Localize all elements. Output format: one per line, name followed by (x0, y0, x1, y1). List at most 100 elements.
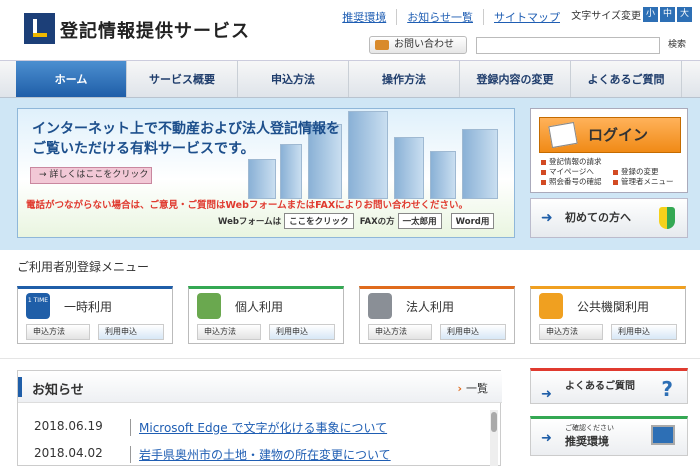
fax-ichitaro-button[interactable]: 一太郎用 (397, 213, 442, 229)
monitor-icon (651, 425, 675, 445)
apply-method-button[interactable]: 申込方法 (539, 324, 603, 340)
document-icon (548, 121, 578, 149)
login-link-admin[interactable]: 管理者メニュー (613, 177, 674, 187)
search-button[interactable]: 検索 (663, 37, 691, 54)
apply-method-button[interactable]: 申込方法 (26, 324, 90, 340)
arrow-right-icon: ➜ (541, 210, 553, 226)
arrow-right-icon: ➜ (541, 431, 552, 446)
site-title[interactable]: 登記情報提供サービス (60, 17, 250, 43)
news-link[interactable]: 岩手県奥州市の土地・建物の所在変更について (130, 446, 391, 463)
web-form-button[interactable]: ここをクリック (284, 213, 354, 229)
hero-detail-button[interactable]: → 詳しくはここをクリック (30, 167, 152, 184)
building-illustration (248, 159, 276, 199)
nav-faq[interactable]: よくあるご質問 (571, 61, 682, 97)
user-menu-title: ご利用者別登録メニュー (17, 260, 150, 274)
hero-notice: 電話がつながらない場合は、ご意見・ご質問はWebフォームまたはFAXによりお問い… (26, 200, 468, 211)
contact-icon (375, 40, 389, 50)
fax-word-button[interactable]: Word用 (450, 213, 495, 229)
hero-headline: インターネット上で不動産および法人登記情報を ご覧いただける有料サービスです。 (32, 119, 340, 159)
apply-button[interactable]: 利用申込 (611, 324, 677, 340)
link-news-list[interactable]: お知らせ一覧 (396, 9, 483, 25)
building-illustration (430, 151, 456, 199)
login-link-request[interactable]: 登記情報の請求 (541, 157, 681, 167)
font-size-large-button[interactable]: 大 (677, 7, 692, 22)
faq-button[interactable]: ➜ よくあるご質問 ? (530, 368, 688, 404)
login-link-pair: 照会番号の確認 管理者メニュー (541, 177, 681, 187)
font-size-switcher: 文字サイズ変更 小 中 大 (571, 7, 692, 22)
login-link-label: 登記情報の請求 (549, 157, 602, 166)
nav-application[interactable]: 申込方法 (238, 61, 349, 97)
bullet-icon (541, 159, 546, 165)
bullet-icon (541, 169, 546, 175)
card-label[interactable]: 個人利用 (235, 298, 283, 315)
apply-button[interactable]: 利用申込 (269, 324, 335, 340)
login-button[interactable]: ログイン (539, 117, 681, 153)
card-label[interactable]: 公共機関利用 (577, 298, 649, 315)
font-size-label: 文字サイズ変更 (571, 11, 641, 22)
news-header: お知らせ › 一覧 (18, 371, 502, 403)
contact-label: お問い合わせ (394, 39, 454, 50)
nav-service-overview[interactable]: サービス概要 (127, 61, 238, 97)
card-personal: 個人利用 申込方法 利用申込 (188, 286, 344, 344)
login-link-label: 照会番号の確認 (549, 177, 602, 186)
apply-method-button[interactable]: 申込方法 (368, 324, 432, 340)
first-time-label: 初めての方へ (565, 211, 631, 224)
news-item: 2018.04.02 岩手県奥州市の土地・建物の所在変更について (34, 446, 391, 463)
news-more-link[interactable]: › 一覧 (457, 380, 488, 396)
news-date: 2018.06.19 (34, 419, 103, 433)
news-title: お知らせ (32, 383, 84, 398)
login-link-pair: マイページへ 登録の変更 (541, 167, 681, 177)
apply-method-button[interactable]: 申込方法 (197, 324, 261, 340)
news-more-label: 一覧 (466, 382, 488, 395)
login-link-change[interactable]: 登録の変更 (613, 167, 659, 177)
login-link-label: 登録の変更 (621, 167, 659, 176)
beginner-mark-icon (659, 207, 675, 229)
building-illustration (394, 137, 424, 199)
arrow-icon: › (457, 382, 462, 395)
apply-button[interactable]: 利用申込 (98, 324, 164, 340)
nav-operation[interactable]: 操作方法 (349, 61, 460, 97)
card-label[interactable]: 一時利用 (64, 298, 112, 315)
site-logo[interactable] (24, 13, 55, 44)
bullet-icon (613, 179, 618, 185)
bullet-icon (541, 179, 546, 185)
link-recommended-env[interactable]: 推奨環境 (332, 9, 396, 25)
faq-label: よくあるご質問 (565, 381, 635, 392)
card-label[interactable]: 法人利用 (406, 298, 454, 315)
nav-home[interactable]: ホーム (16, 61, 127, 97)
recommended-env-button[interactable]: ➜ ご確認ください 推奨環境 (530, 416, 688, 456)
login-link-label: 管理者メニュー (621, 177, 674, 186)
nav-registration-change[interactable]: 登録内容の変更 (460, 61, 571, 97)
font-size-medium-button[interactable]: 中 (660, 7, 675, 22)
login-link-inquiry-number[interactable]: 照会番号の確認 (541, 177, 613, 187)
hero-contact-row: Webフォームは ここをクリック FAXの方 一太郎用 Word用 (218, 213, 500, 229)
link-sitemap[interactable]: サイトマップ (483, 9, 570, 25)
apply-button[interactable]: 利用申込 (440, 324, 506, 340)
news-item: 2018.06.19 Microsoft Edge で文字が化ける事象について (34, 419, 387, 436)
search-input[interactable] (476, 37, 660, 54)
header: 登記情報提供サービス 推奨環境 お知らせ一覧 サイトマップ 文字サイズ変更 小 … (0, 0, 700, 60)
login-link-label: マイページへ (549, 167, 594, 176)
map-icon (539, 293, 563, 319)
card-corporate: 法人利用 申込方法 利用申込 (359, 286, 515, 344)
bullet-icon (613, 169, 618, 175)
hero-line-1: インターネット上で不動産および法人登記情報を (32, 121, 340, 137)
building-illustration (348, 111, 388, 199)
arrow-right-icon: ➜ (541, 387, 552, 402)
news-scrollbar[interactable] (490, 410, 498, 466)
web-form-label: Webフォームは (218, 217, 282, 227)
card-public: 公共機関利用 申込方法 利用申込 (530, 286, 686, 344)
contact-button[interactable]: お問い合わせ (369, 36, 467, 54)
question-icon: ? (661, 377, 673, 401)
global-nav: ホーム サービス概要 申込方法 操作方法 登録内容の変更 よくあるご質問 (0, 60, 700, 98)
top-links: 推奨環境 お知らせ一覧 サイトマップ (332, 9, 570, 25)
login-label: ログイン (588, 126, 649, 144)
building-icon (368, 293, 392, 319)
news-link[interactable]: Microsoft Edge で文字が化ける事象について (130, 419, 387, 436)
first-time-button[interactable]: ➜ 初めての方へ (530, 198, 688, 238)
login-link-mypage[interactable]: マイページへ (541, 167, 613, 177)
login-links: 登記情報の請求 マイページへ 登録の変更 照会番号の確認 管理者メニュー (541, 157, 681, 187)
font-size-small-button[interactable]: 小 (643, 7, 658, 22)
hero-line-2: ご覧いただける有料サービスです。 (32, 141, 255, 157)
news-date: 2018.04.02 (34, 446, 103, 460)
